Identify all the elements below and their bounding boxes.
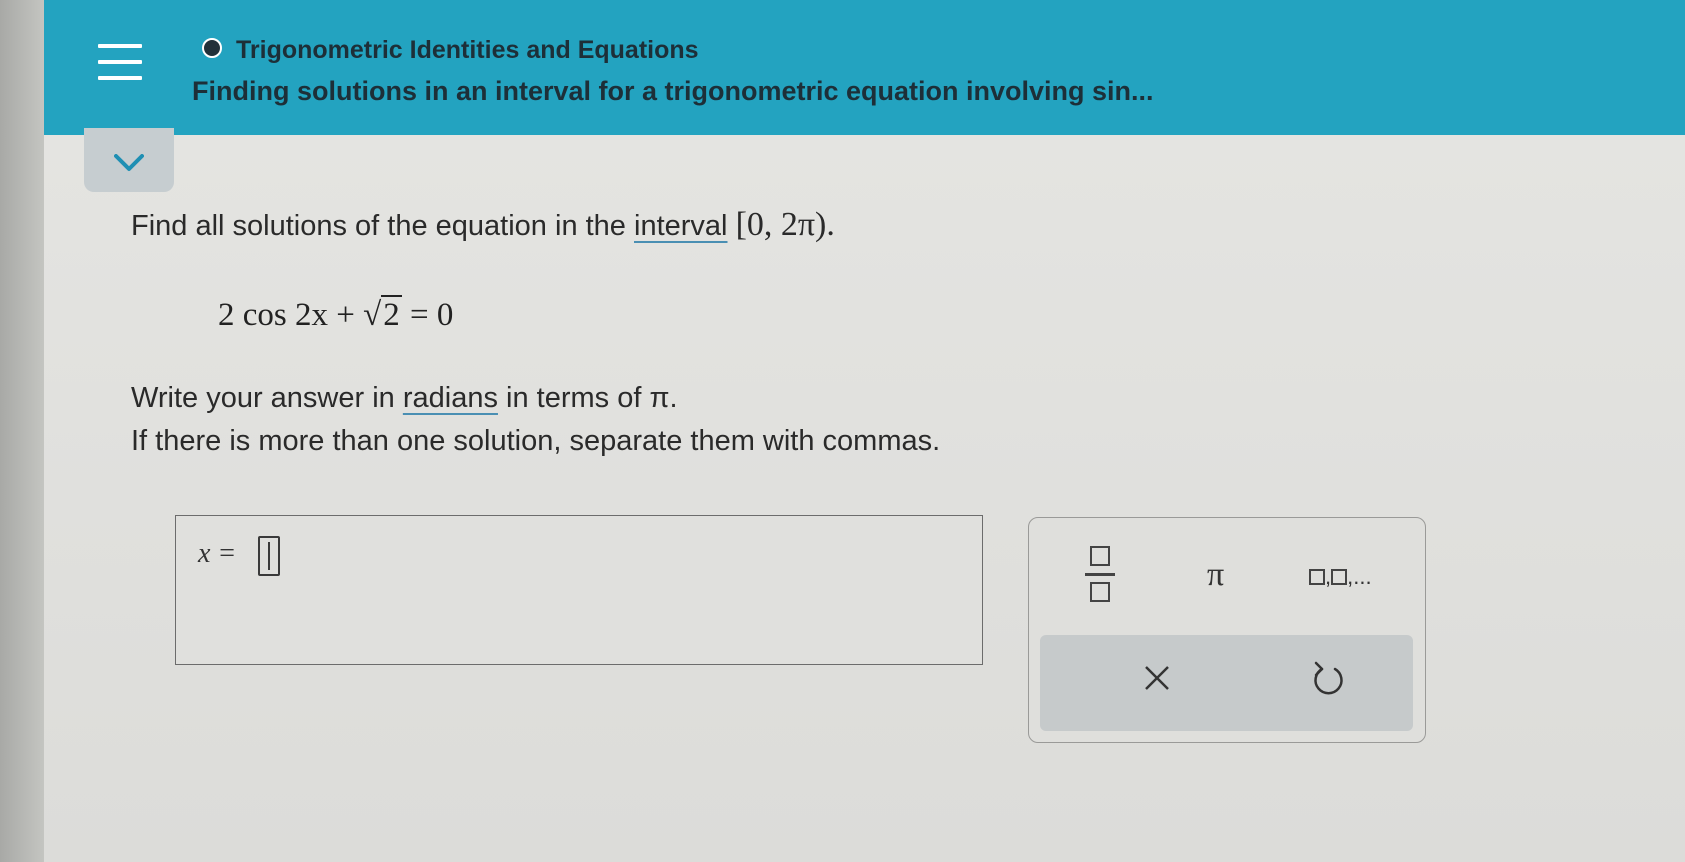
instruction-text: Write your answer in bbox=[131, 382, 403, 414]
interval-notation: [0, 2π). bbox=[735, 206, 835, 243]
close-icon bbox=[1145, 666, 1169, 690]
undo-icon bbox=[1314, 661, 1343, 695]
pi-button[interactable]: π bbox=[1207, 556, 1224, 594]
square-root: √2 bbox=[363, 295, 402, 334]
answer-input[interactable] bbox=[258, 536, 280, 576]
topic-title: Trigonometric Identities and Equations bbox=[236, 36, 699, 64]
numerator-box-icon bbox=[1090, 546, 1110, 566]
question-area bbox=[44, 135, 1685, 862]
list-box-icon bbox=[1331, 569, 1348, 585]
topic-header bbox=[44, 0, 1685, 135]
fraction-bar-icon bbox=[1085, 573, 1115, 576]
problem-title: Finding solutions in an interval for a t… bbox=[192, 76, 1154, 106]
instruction-units: Write your answer in radians in terms of… bbox=[131, 382, 678, 415]
action-panel bbox=[1040, 635, 1413, 731]
list-suffix: ,... bbox=[1347, 564, 1372, 589]
chevron-down-icon bbox=[114, 154, 144, 171]
fraction-button[interactable] bbox=[1085, 546, 1115, 602]
question-prompt: Find all solutions of the equation in th… bbox=[131, 206, 835, 244]
undo-button[interactable] bbox=[1310, 659, 1346, 699]
equation-right: = 0 bbox=[401, 297, 454, 333]
prompt-text: Find all solutions of the equation in th… bbox=[131, 210, 634, 242]
radical-sign: √ bbox=[363, 297, 382, 333]
equation-left: 2 cos 2x + bbox=[218, 297, 364, 333]
radians-link[interactable]: radians bbox=[403, 382, 498, 414]
left-edge bbox=[0, 0, 44, 862]
collapse-toggle[interactable] bbox=[84, 128, 174, 192]
denominator-box-icon bbox=[1090, 582, 1110, 602]
instruction-commas: If there is more than one solution, sepa… bbox=[131, 425, 941, 457]
progress-dot-icon bbox=[202, 38, 222, 58]
math-keypad: π ,,... bbox=[1028, 517, 1426, 743]
list-box-icon bbox=[1309, 569, 1325, 585]
answer-label: x = bbox=[198, 538, 237, 569]
clear-button[interactable] bbox=[1140, 661, 1174, 695]
equation: 2 cos 2x + √2 = 0 bbox=[218, 295, 453, 334]
instruction-text-end: in terms of π. bbox=[497, 382, 678, 414]
list-button[interactable]: ,,... bbox=[1309, 564, 1372, 590]
radicand: 2 bbox=[381, 295, 402, 333]
menu-icon[interactable] bbox=[98, 44, 142, 82]
answer-field[interactable]: x = bbox=[175, 515, 983, 665]
interval-link[interactable]: interval bbox=[634, 210, 728, 242]
